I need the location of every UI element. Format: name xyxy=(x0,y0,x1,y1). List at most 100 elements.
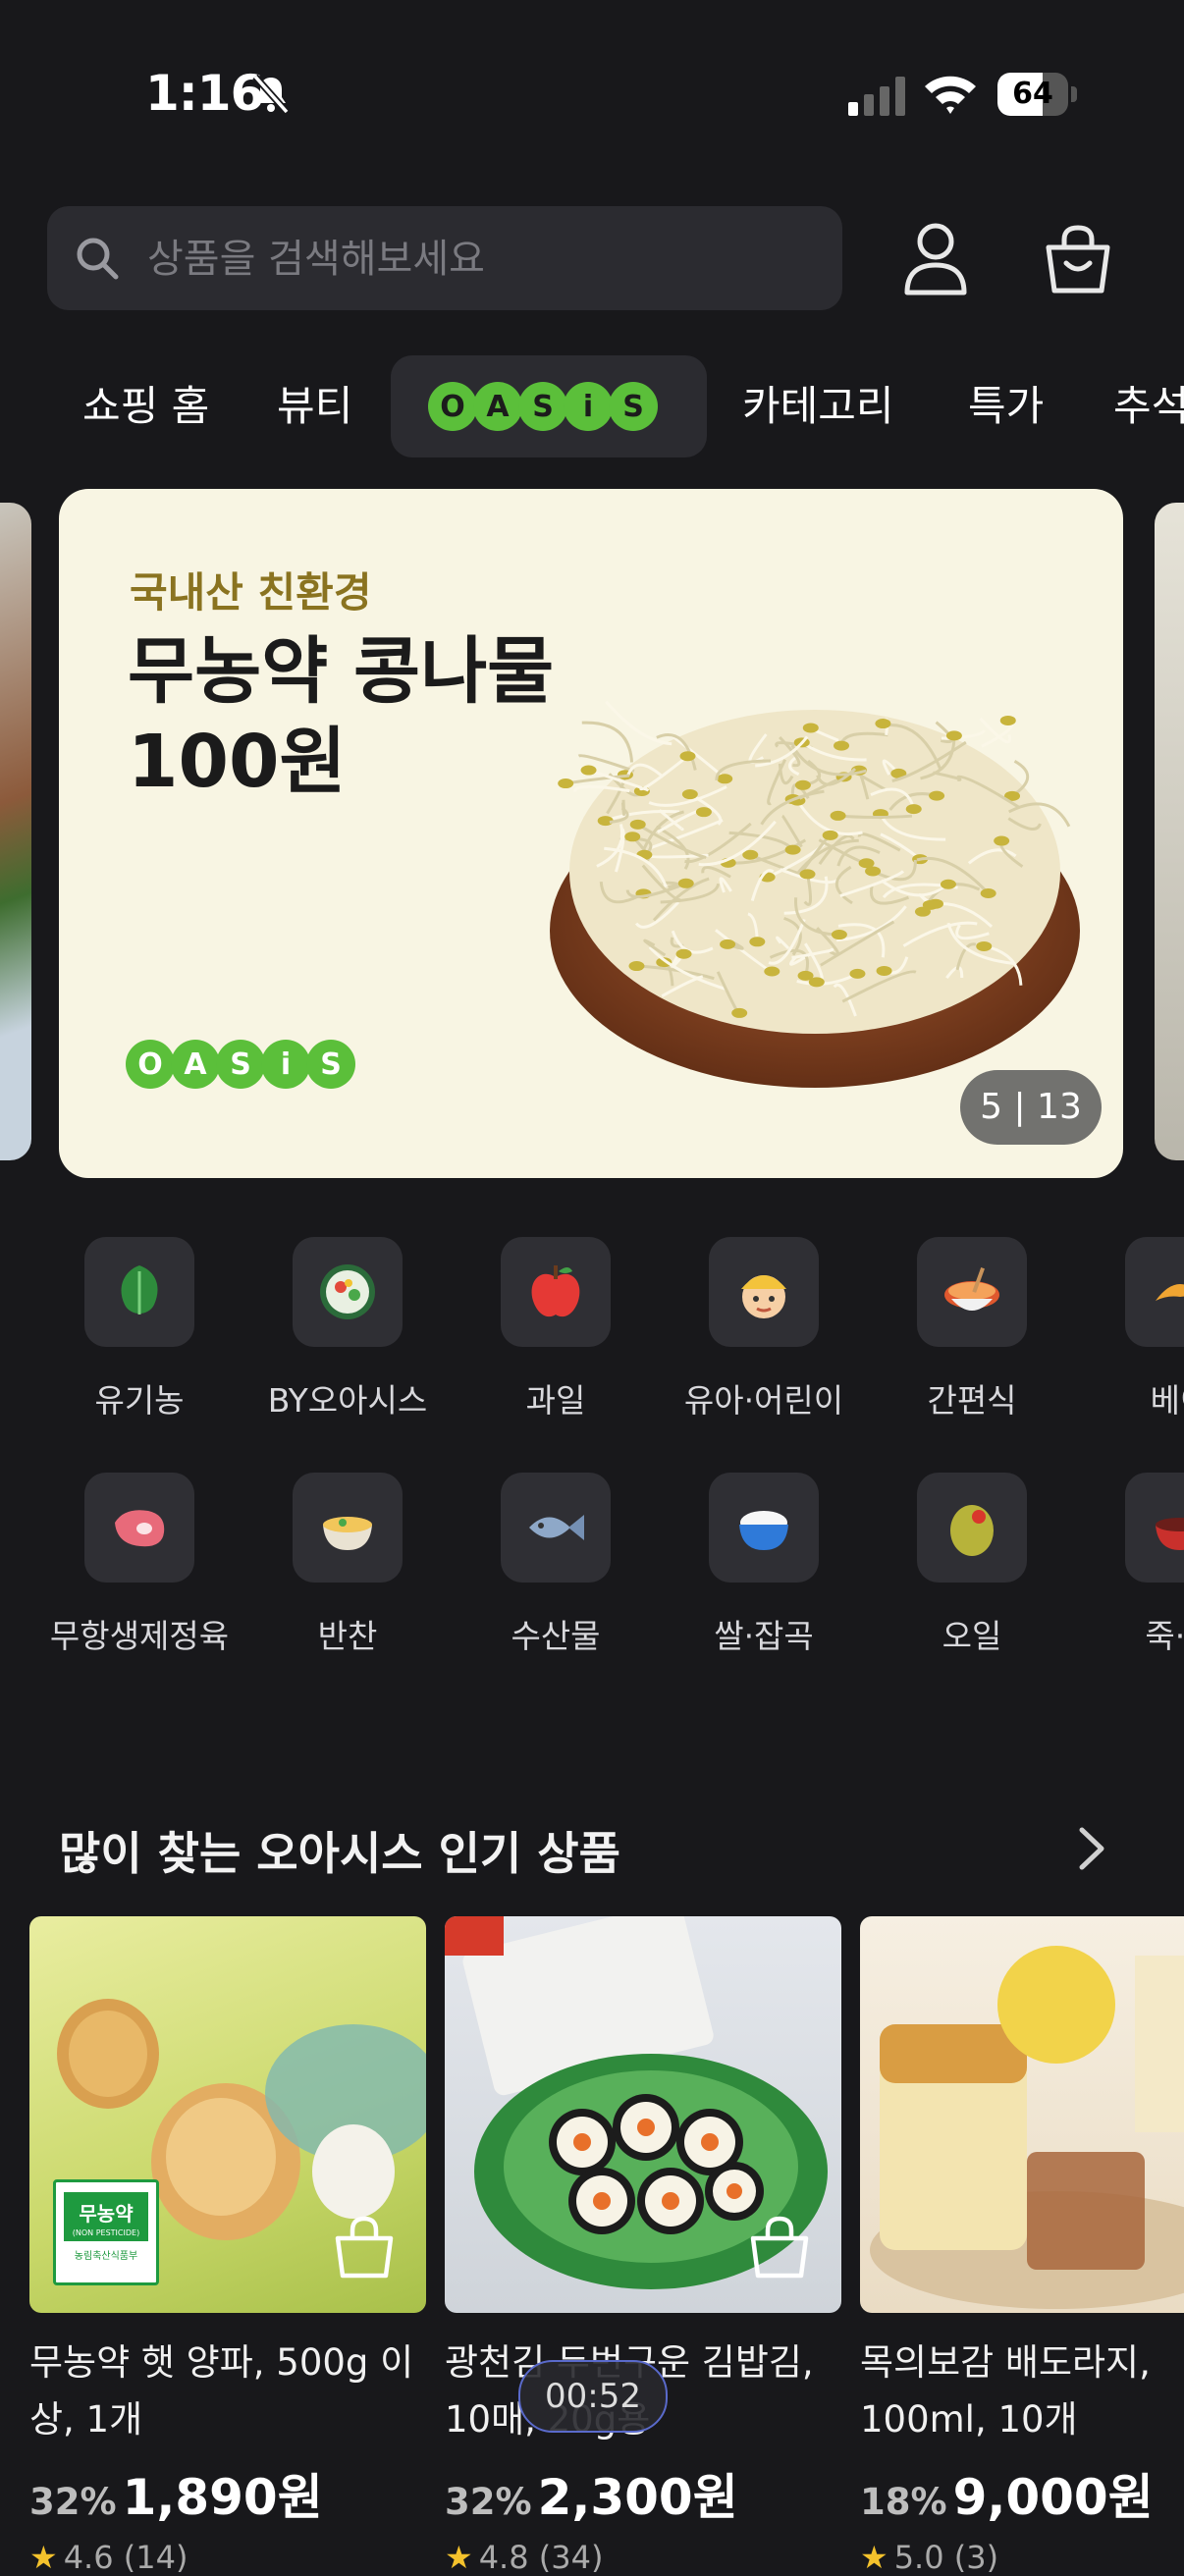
add-to-cart-icon[interactable] xyxy=(332,2215,397,2280)
tab-shopping-home[interactable]: 쇼핑 홈 xyxy=(82,355,209,457)
category-item[interactable]: 수산물 xyxy=(452,1473,660,1657)
logo-letter: i xyxy=(583,390,593,424)
category-item[interactable]: 죽·스 xyxy=(1076,1473,1184,1657)
battery-percent: 64 xyxy=(1012,77,1053,111)
croissant-icon[interactable] xyxy=(1125,1237,1184,1347)
logo-letter: A xyxy=(486,390,510,424)
leafy-green-icon[interactable] xyxy=(84,1237,194,1347)
product-price: 1,890원 xyxy=(122,2469,323,2526)
tab-oasis-logo[interactable]: OASiS xyxy=(428,381,670,434)
add-to-cart-icon[interactable] xyxy=(747,2215,812,2280)
category-label: 간편식 xyxy=(927,1381,1017,1420)
olive-icon[interactable] xyxy=(917,1473,1027,1583)
section-title: 많이 찾는 오아시스 인기 상품 xyxy=(59,1827,620,1880)
product-rating: 5.0 (3) xyxy=(893,2539,999,2576)
product-discount: 32% xyxy=(29,2481,117,2523)
wifi-icon xyxy=(925,76,976,114)
logo-letter: O xyxy=(440,390,465,424)
category-label: 과일 xyxy=(525,1381,586,1420)
category-item[interactable]: 간편식 xyxy=(868,1237,1076,1422)
banner-subtitle: 국내산 친환경 xyxy=(130,568,372,617)
tab-beauty[interactable]: 뷰티 xyxy=(277,355,352,457)
category-item[interactable]: 쌀·잡곡 xyxy=(660,1473,868,1657)
product-card[interactable]: 무농약 (NON PESTICIDE) 농림축산식품부 무농약 햇 양파, 50… xyxy=(29,1916,426,2576)
product-discount: 18% xyxy=(860,2481,947,2523)
category-item[interactable]: 유기농 xyxy=(35,1237,243,1422)
bean-sprout-bowl-image xyxy=(550,700,1080,1088)
rice-bowl-icon[interactable] xyxy=(709,1473,819,1583)
logo-letter: i xyxy=(281,1047,291,1082)
bell-mute-icon xyxy=(252,74,290,115)
banner-prev-peek[interactable] xyxy=(0,503,31,1160)
product-price: 2,300원 xyxy=(537,2469,738,2526)
product-discount: 32% xyxy=(445,2481,532,2523)
oasis-logo: OASiS xyxy=(126,1040,355,1089)
product-card[interactable]: 목의보감 배도라지, 100ml, 10개 18% 9,000원 ★ 5.0 (3) xyxy=(860,1916,1184,2576)
top-tabs: 쇼핑 홈 뷰티 OASiS 카테고리 특가 추석 xyxy=(0,355,1184,457)
product-image-pear-drink[interactable] xyxy=(860,1916,1184,2313)
category-label: 반찬 xyxy=(317,1617,378,1655)
star-icon: ★ xyxy=(860,2539,888,2576)
logo-letter: S xyxy=(230,1047,251,1082)
category-item[interactable]: 오일 xyxy=(868,1473,1076,1657)
status-time: 1:16 xyxy=(145,65,264,122)
logo-letter: S xyxy=(532,390,554,424)
star-icon: ★ xyxy=(29,2539,58,2576)
fish-icon[interactable] xyxy=(501,1473,611,1583)
meat-icon[interactable] xyxy=(84,1473,194,1583)
promo-banner[interactable]: 국내산 친환경 무농약 콩나물 100원 OASiS 5 | 13 xyxy=(59,489,1123,1178)
banner-next-peek[interactable] xyxy=(1155,503,1184,1160)
product-price: 9,000원 xyxy=(952,2469,1154,2526)
badge-org: 농림축산식품부 xyxy=(74,2251,138,2262)
category-label: 유기농 xyxy=(94,1381,185,1420)
badge-label: 무농약 xyxy=(64,2192,148,2228)
category-item[interactable]: 반찬 xyxy=(243,1473,452,1657)
product-name[interactable]: 무농약 햇 양파, 500g 이상, 1개 xyxy=(29,2334,426,2448)
category-item[interactable]: 무항생제정육 xyxy=(35,1473,243,1657)
category-label: 무항생제정육 xyxy=(49,1617,230,1655)
non-pesticide-badge: 무농약 (NON PESTICIDE) 농림축산식품부 xyxy=(53,2179,159,2285)
badge-sub: (NON PESTICIDE) xyxy=(64,2228,148,2241)
battery-indicator: 64 xyxy=(997,73,1078,116)
tab-category[interactable]: 카테고리 xyxy=(742,355,894,457)
side-dish-icon[interactable] xyxy=(293,1473,403,1583)
logo-letter: S xyxy=(622,390,644,424)
product-rating: 4.6 (14) xyxy=(63,2539,188,2576)
apple-icon[interactable] xyxy=(501,1237,611,1347)
category-label: 오일 xyxy=(942,1617,1002,1655)
product-name[interactable]: 목의보감 배도라지, 100ml, 10개 xyxy=(860,2334,1184,2448)
category-label: BY오아시스 xyxy=(267,1381,428,1420)
category-label: 쌀·잡곡 xyxy=(714,1617,814,1655)
search-input[interactable] xyxy=(145,228,817,291)
child-face-icon[interactable] xyxy=(709,1237,819,1347)
category-label: 수산물 xyxy=(511,1617,601,1655)
search-bar[interactable] xyxy=(47,206,842,310)
chevron-right-icon[interactable] xyxy=(1072,1824,1111,1873)
logo-letter: S xyxy=(320,1047,342,1082)
category-label: 죽·스 xyxy=(1145,1617,1184,1655)
category-item[interactable]: 유아·어린이 xyxy=(660,1237,868,1422)
category-label: 유아·어린이 xyxy=(683,1381,844,1420)
noodle-bowl-icon[interactable] xyxy=(917,1237,1027,1347)
category-item[interactable]: 과일 xyxy=(452,1237,660,1422)
recording-timer[interactable]: 00:52 xyxy=(518,2360,668,2433)
cellular-signal-icon xyxy=(848,77,905,116)
category-item[interactable]: BY오아시스 xyxy=(243,1237,452,1422)
category-label: 베이 xyxy=(1150,1381,1184,1420)
salad-bowl-icon[interactable] xyxy=(293,1237,403,1347)
star-icon: ★ xyxy=(445,2539,473,2576)
product-image-gimbap[interactable] xyxy=(445,1916,841,2313)
logo-letter: O xyxy=(137,1047,163,1082)
category-item[interactable]: 베이 xyxy=(1076,1237,1184,1422)
product-card[interactable]: 광천김 두번구운 김밥김, 10매, 20g용 32%2,300원 ★4.8 (… xyxy=(445,1916,841,2576)
shopping-bag-icon[interactable] xyxy=(1041,222,1115,296)
tab-chuseok[interactable]: 추석 xyxy=(1113,355,1184,457)
banner-pager[interactable]: 5 | 13 xyxy=(960,1070,1102,1145)
tab-special[interactable]: 특가 xyxy=(968,355,1044,457)
product-image-onion[interactable]: 무농약 (NON PESTICIDE) 농림축산식품부 xyxy=(29,1916,426,2313)
product-rating: 4.8 (34) xyxy=(478,2539,604,2576)
search-icon xyxy=(77,238,119,280)
soup-icon[interactable] xyxy=(1125,1473,1184,1583)
logo-letter: A xyxy=(184,1047,207,1082)
user-icon[interactable] xyxy=(901,222,970,296)
